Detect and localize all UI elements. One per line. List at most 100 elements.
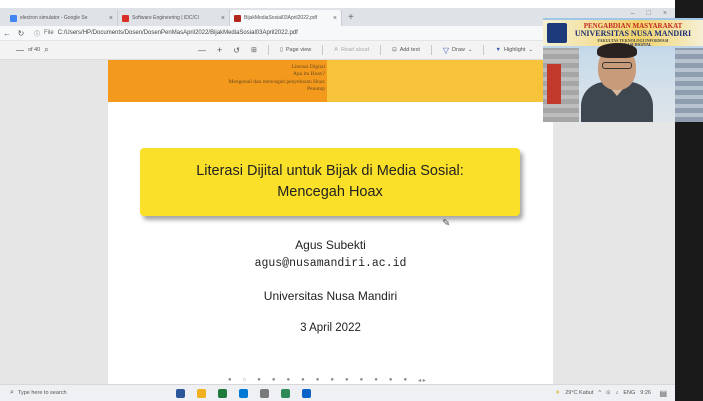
notification-icon[interactable]: ▤ (659, 389, 667, 398)
close-tab-icon[interactable]: × (333, 15, 337, 22)
network-icon[interactable]: ⊙ (606, 390, 611, 396)
language-indicator[interactable]: ENG (623, 390, 635, 396)
taskbar-search[interactable]: ⌕ Type here to search (10, 389, 150, 397)
zoom-in-button[interactable]: + (217, 45, 222, 55)
author-institution: Universitas Nusa Mandiri (263, 289, 398, 303)
presenter-glasses (602, 62, 632, 69)
app-icon[interactable] (281, 388, 290, 398)
nav-dot[interactable]: ● (330, 377, 334, 384)
tab-google-search[interactable]: electron simulator - Google Se × (6, 10, 118, 26)
slide-toc: Literasi Digital Apa itu Hoax? Mengenali… (228, 64, 325, 94)
nav-dot[interactable]: ● (301, 377, 305, 384)
pdf-tools: — + ↺ ⊞ ▯ Page view A Read aloud ⊡ Add text… (198, 45, 533, 55)
minimize-button[interactable]: – (631, 10, 635, 17)
read-aloud-button[interactable]: A Read aloud (334, 47, 369, 53)
site-favicon-icon (122, 14, 129, 22)
building-accent (547, 64, 561, 104)
toc-item[interactable]: Mengenali dan mencegah penyebaran Hoax (228, 79, 325, 86)
highlight-button[interactable]: ▼ Highlight ⌄ (495, 47, 532, 53)
info-icon: ⓘ (34, 31, 41, 38)
pdf-favicon-icon (234, 14, 241, 22)
chevron-down-icon: ⌄ (467, 47, 473, 53)
university-logo-icon (547, 23, 567, 43)
windows-taskbar: ⌕ Type here to search ☀ 29°C Kabut ^ ⊙ ♪… (0, 384, 675, 401)
toc-item[interactable]: Apa itu Hoax? (228, 71, 325, 78)
nav-dot[interactable]: ● (374, 377, 378, 384)
clock[interactable]: 9:26 (640, 390, 651, 396)
author-email: agus@nusamandiri.ac.id (254, 257, 407, 270)
toc-item[interactable]: Literasi Digital (228, 64, 325, 71)
nav-dot[interactable]: ● (316, 377, 320, 384)
toolbar-divider (483, 45, 485, 55)
beamer-navigation: ● ○ ● ● ● ● ● ● ● ● ● ● ● ◂ ▸ (228, 377, 426, 384)
chrome-icon[interactable] (218, 388, 227, 398)
search-icon[interactable]: ⌕ (44, 45, 48, 55)
toolbar-divider (322, 45, 324, 55)
fit-page-icon[interactable]: ⊞ (251, 46, 257, 54)
slide-title-line2: Mencegah Hoax (277, 184, 383, 200)
author-name: Agus Subekti (295, 238, 366, 252)
maximize-button[interactable]: □ (647, 10, 651, 17)
page-count: of 40 (28, 47, 41, 53)
page-view-icon: ▯ (279, 47, 283, 53)
slide-page: Literasi Digital Apa itu Hoax? Mengenali… (108, 60, 553, 384)
highlight-icon: ▼ (495, 47, 501, 53)
nav-dot[interactable]: ● (287, 377, 291, 384)
tab-title: Software Engineering | IDC/CI (132, 15, 199, 21)
presentation-date: 3 April 2022 (300, 322, 361, 334)
tab-software-engineering[interactable]: Software Engineering | IDC/CI × (118, 10, 230, 26)
toolbar-divider (380, 45, 382, 55)
pen-cursor-icon: ✎ (442, 218, 451, 229)
add-text-button[interactable]: ⊡ Add text (392, 47, 420, 53)
banner-text: PENGABDIAN MASYARAKAT UNIVERSITAS NUSA M… (573, 22, 693, 47)
page-view-button[interactable]: ▯ Page view (280, 47, 311, 53)
edge-icon[interactable] (239, 388, 248, 398)
slide-header-right (327, 60, 553, 102)
url-field[interactable]: ⓘ File C:/Users/HP/Documents/Dosen/Dosen… (34, 29, 298, 38)
building-left (543, 48, 579, 122)
tab-title: electron simulator - Google Se (20, 15, 88, 21)
chevron-down-icon: ⌄ (528, 47, 533, 53)
toolbar-divider (430, 45, 432, 55)
close-tab-icon[interactable]: × (109, 15, 113, 22)
search-icon: ⌕ (10, 389, 14, 396)
nav-dot[interactable]: ● (272, 377, 276, 384)
task-view-icon[interactable] (176, 388, 185, 398)
toc-item[interactable]: Penutup (228, 86, 325, 93)
slide-title-box: Literasi Dijital untuk Bijak di Media So… (140, 148, 520, 216)
rotate-icon[interactable]: ↺ (233, 46, 240, 55)
back-icon[interactable]: ← (0, 29, 14, 38)
file-scheme-label: File (44, 30, 54, 36)
new-tab-button[interactable]: + (342, 10, 360, 26)
tab-title: BijakMediaSosial03April2022.pdf (244, 15, 318, 21)
file-explorer-icon[interactable] (197, 388, 206, 398)
nav-dot[interactable]: ● (360, 377, 364, 384)
app-icon[interactable] (260, 388, 269, 398)
pinned-apps (176, 388, 311, 398)
tab-pdf-document[interactable]: BijakMediaSosial03April2022.pdf × (230, 10, 342, 26)
webcam-video: PENGABDIAN MASYARAKAT UNIVERSITAS NUSA M… (543, 18, 703, 122)
page-number-input[interactable] (16, 49, 24, 51)
nav-dot[interactable]: ● (404, 377, 408, 384)
weather-text[interactable]: 29°C Kabut (565, 390, 593, 396)
building-right (675, 48, 703, 122)
close-tab-icon[interactable]: × (221, 15, 225, 22)
tray-chevron-icon[interactable]: ^ (598, 390, 601, 396)
draw-icon: ▽ (442, 45, 450, 55)
nav-dot[interactable]: ● (228, 377, 232, 384)
reload-icon[interactable]: ↻ (14, 29, 28, 38)
nav-dot[interactable]: ● (389, 377, 393, 384)
nav-dot[interactable]: ● (345, 377, 349, 384)
window-controls: – □ × (631, 10, 667, 17)
zoom-app-icon[interactable] (302, 388, 311, 398)
volume-icon[interactable]: ♪ (616, 390, 619, 396)
add-text-icon: ⊡ (392, 47, 397, 53)
close-window-button[interactable]: × (663, 10, 667, 17)
nav-arrows[interactable]: ◂ ▸ (418, 377, 426, 384)
nav-dot[interactable]: ○ (243, 377, 247, 384)
nav-dot[interactable]: ● (257, 377, 261, 384)
draw-button[interactable]: ▽ Draw ⌄ (443, 46, 473, 55)
zoom-out-button[interactable]: — (198, 46, 206, 55)
google-favicon-icon (10, 14, 17, 22)
search-placeholder: Type here to search (17, 390, 67, 396)
